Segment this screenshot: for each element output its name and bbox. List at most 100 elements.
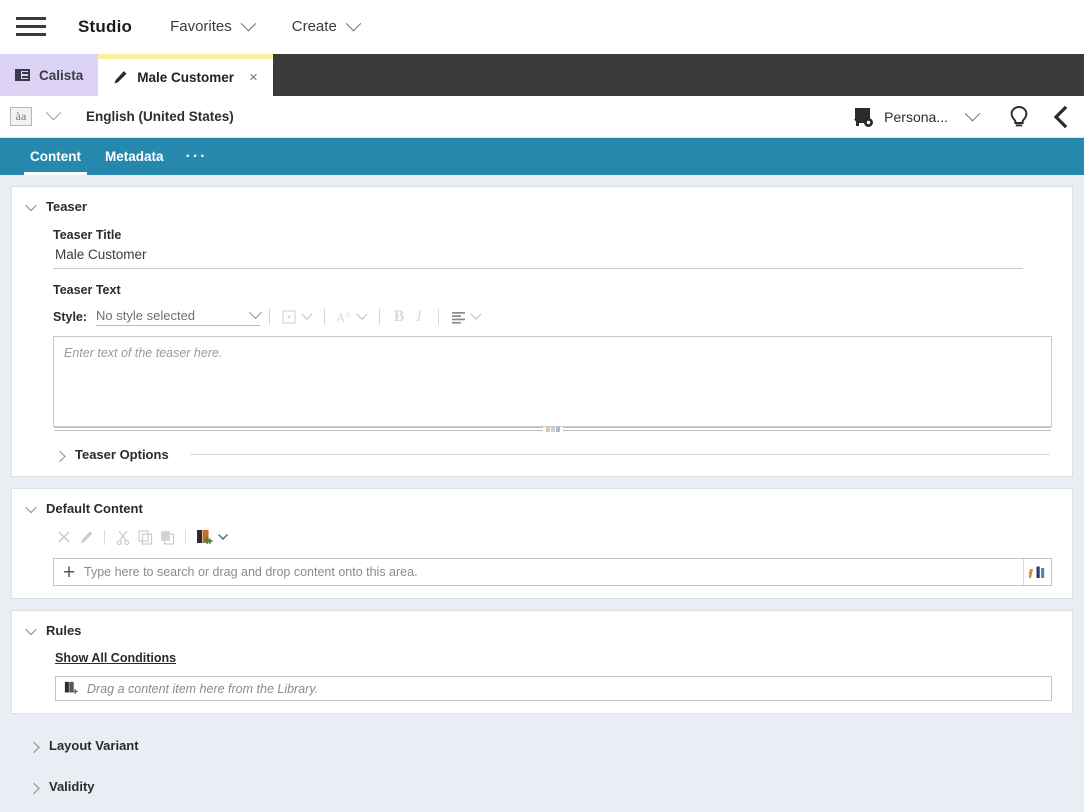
lightbulb-icon	[1010, 105, 1028, 126]
insert-object-icon	[282, 310, 296, 324]
tab-male-customer-label: Male Customer	[137, 70, 235, 85]
font-size-button[interactable]: A A	[334, 307, 354, 327]
hamburger-line	[16, 17, 46, 20]
layout-variant-label: Layout Variant	[49, 738, 139, 753]
toolbar-divider	[104, 529, 105, 545]
document-tab-strip: Calista Male Customer ×	[0, 54, 1084, 96]
style-select-value: No style selected	[96, 308, 196, 323]
menu-create-label: Create	[291, 18, 337, 35]
default-content-search-row[interactable]: + Type here to search or drag and drop c…	[53, 558, 1052, 586]
teaser-title-label: Teaser Title	[53, 228, 122, 242]
bold-button[interactable]: B	[389, 307, 409, 327]
paste-button[interactable]	[156, 527, 178, 547]
toolbar-divider	[269, 309, 271, 325]
default-content-section-header[interactable]: Default Content	[24, 501, 1060, 516]
add-content-dropdown[interactable]	[215, 527, 231, 547]
chevron-left-icon	[1053, 105, 1068, 128]
layout-icon	[15, 69, 30, 81]
form-content-area: Teaser Teaser Title Teaser Text Style: N…	[0, 175, 1084, 812]
svg-text:A: A	[345, 310, 351, 319]
add-icon[interactable]: +	[54, 562, 84, 583]
menu-favorites-label: Favorites	[170, 18, 232, 35]
resize-grip	[542, 427, 563, 432]
default-content-panel: Default Content + Type here to search or…	[11, 488, 1073, 599]
grip-dot	[555, 427, 560, 432]
close-x-icon	[58, 531, 70, 543]
chevron-down-icon	[45, 104, 62, 120]
tab-more-label: ···	[185, 147, 208, 165]
font-size-dropdown[interactable]	[354, 307, 370, 327]
hints-button[interactable]	[1008, 105, 1030, 129]
editor-resize-handle[interactable]	[54, 426, 1051, 433]
teaser-section-header[interactable]: Teaser	[24, 199, 1060, 214]
toolbar-divider	[379, 309, 381, 325]
chevron-down-icon	[217, 533, 229, 541]
default-content-section-title: Default Content	[46, 501, 143, 516]
teaser-title-input[interactable]	[53, 242, 1023, 269]
language-dropdown-toggle[interactable]	[45, 104, 62, 126]
show-all-conditions-link[interactable]: Show All Conditions	[55, 651, 176, 665]
persona-label: Persona...	[884, 108, 948, 125]
style-select[interactable]: No style selected	[96, 306, 262, 326]
copy-button[interactable]	[134, 527, 156, 547]
hamburger-line	[16, 25, 46, 28]
cut-button[interactable]	[112, 527, 134, 547]
hamburger-icon[interactable]	[14, 14, 48, 40]
teaser-text-placeholder: Enter text of the teaser here.	[64, 346, 223, 360]
chevron-down-icon	[249, 306, 262, 320]
teaser-text-editor[interactable]: Enter text of the teaser here.	[53, 336, 1052, 432]
menu-create[interactable]: Create	[291, 15, 362, 35]
insert-object-button[interactable]	[279, 307, 299, 327]
align-dropdown[interactable]	[468, 307, 484, 327]
add-content-icon	[196, 529, 212, 544]
section-validity[interactable]: Validity	[11, 766, 1073, 807]
teaser-options-header[interactable]: Teaser Options	[53, 447, 1060, 462]
tab-calista-label: Calista	[39, 67, 84, 83]
toolbar-divider	[324, 309, 326, 325]
align-button[interactable]	[448, 307, 468, 327]
section-divider	[189, 454, 1050, 455]
copy-icon	[137, 529, 152, 545]
font-size-icon: A A	[336, 310, 351, 324]
tab-male-customer[interactable]: Male Customer ×	[98, 54, 273, 96]
chevron-down-icon	[964, 105, 981, 122]
language-icon[interactable]: àa	[10, 107, 32, 126]
style-label: Style:	[53, 310, 88, 324]
chevron-down-icon	[25, 199, 37, 211]
language-bar: àa English (United States) Persona...	[0, 96, 1084, 138]
insert-object-dropdown[interactable]	[299, 307, 315, 327]
menu-favorites[interactable]: Favorites	[170, 15, 257, 35]
rules-section-title: Rules	[46, 623, 82, 638]
teaser-title-field-wrap	[53, 242, 1060, 269]
chevron-right-icon	[28, 741, 40, 753]
tab-calista[interactable]: Calista	[0, 54, 99, 96]
grip-dot	[545, 427, 550, 432]
open-library-button[interactable]	[1023, 559, 1051, 585]
section-layout-variant[interactable]: Layout Variant	[11, 725, 1073, 766]
italic-button[interactable]: I	[409, 307, 429, 327]
tab-content[interactable]: Content	[18, 138, 93, 175]
add-content-button[interactable]	[193, 527, 215, 547]
add-content-icon	[64, 681, 78, 694]
teaser-section-title: Teaser	[46, 199, 87, 214]
teaser-text-label: Teaser Text	[53, 283, 121, 297]
chevron-down-icon	[470, 308, 482, 320]
language-bar-right: Persona...	[851, 105, 1070, 129]
edit-button[interactable]	[75, 527, 97, 547]
persona-selector[interactable]: Persona...	[851, 105, 981, 128]
tab-more-options[interactable]: ···	[176, 138, 218, 175]
rules-section-header[interactable]: Rules	[24, 623, 1060, 638]
default-content-search-placeholder: Type here to search or drag and drop con…	[84, 565, 418, 579]
align-left-icon	[451, 312, 465, 324]
rules-drop-zone[interactable]: Drag a content item here from the Librar…	[55, 676, 1052, 701]
scissors-icon	[116, 530, 130, 545]
hamburger-line	[16, 33, 46, 36]
tab-close-icon[interactable]: ×	[249, 69, 258, 86]
collapse-panel-button[interactable]	[1052, 105, 1070, 129]
chevron-down-icon	[301, 308, 313, 320]
tab-metadata-label: Metadata	[105, 149, 164, 164]
teaser-panel: Teaser Teaser Title Teaser Text Style: N…	[11, 186, 1073, 477]
tab-metadata[interactable]: Metadata	[93, 138, 176, 175]
remove-button[interactable]	[53, 527, 75, 547]
teaser-options-label: Teaser Options	[75, 447, 169, 462]
